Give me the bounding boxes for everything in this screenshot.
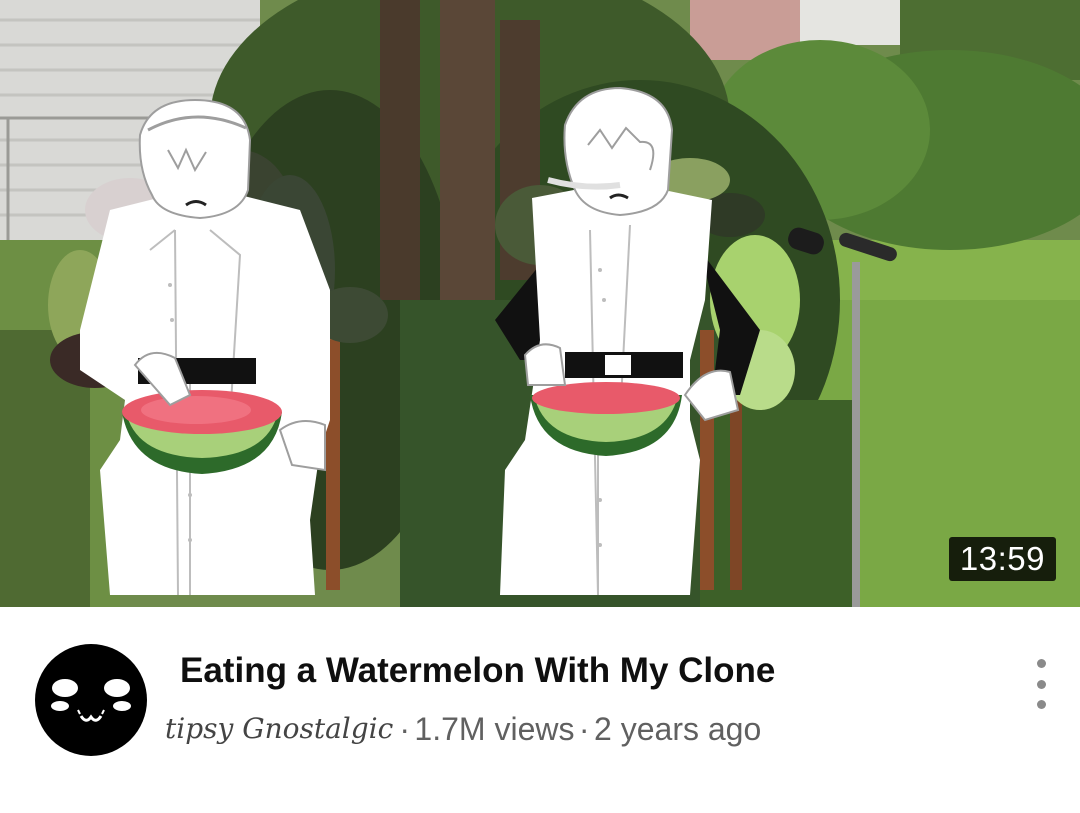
video-meta: tipsy Gnostalgic · 1.7M views · 2 years a… bbox=[165, 703, 761, 763]
more-vert-icon[interactable] bbox=[1026, 659, 1056, 709]
duration-badge: 13:59 bbox=[948, 537, 1056, 581]
upload-age: 2 years ago bbox=[594, 711, 762, 747]
video-title[interactable]: Eating a Watermelon With My Clone bbox=[180, 649, 775, 693]
channel-avatar-icon[interactable] bbox=[35, 644, 147, 756]
meta-separator: · bbox=[578, 711, 590, 747]
meta-separator: · bbox=[399, 711, 410, 747]
view-count: 1.7M views bbox=[414, 711, 575, 747]
video-info: Eating a Watermelon With My Clone tipsy … bbox=[0, 607, 1080, 813]
thumbnail-image bbox=[0, 0, 1080, 607]
menu-dot bbox=[1036, 700, 1046, 709]
channel-name[interactable]: tipsy Gnostalgic bbox=[165, 703, 393, 755]
menu-dot bbox=[1036, 659, 1046, 668]
menu-dot bbox=[1036, 679, 1046, 689]
video-thumbnail[interactable]: 13:59 bbox=[0, 0, 1080, 607]
